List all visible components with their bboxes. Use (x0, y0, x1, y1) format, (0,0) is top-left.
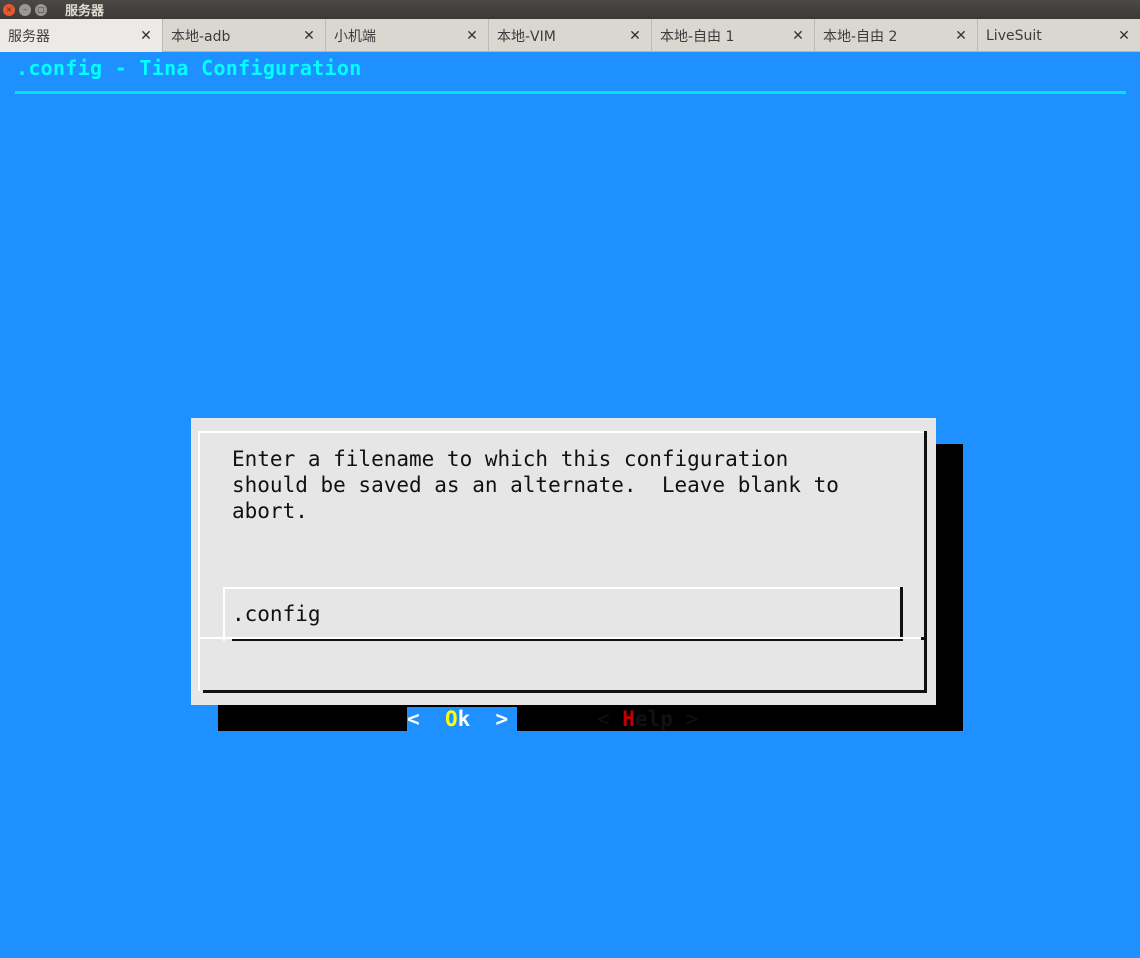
ok-hotkey: O (444, 707, 458, 731)
button-separator (200, 637, 924, 639)
tab-local-free-1[interactable]: 本地-自由 1 ✕ (651, 19, 814, 52)
help-hotkey: H (622, 707, 635, 731)
dialog-frame (203, 690, 927, 693)
tab-bar: 服务器 ✕ 本地-adb ✕ 小机端 ✕ 本地-VIM ✕ 本地-自由 1 ✕ … (0, 19, 1140, 52)
tab-label: 本地-VIM (497, 28, 556, 45)
tab-server[interactable]: 服务器 ✕ (0, 19, 162, 52)
menuconfig-header: .config - Tina Configuration (16, 56, 362, 80)
terminal-area[interactable]: .config - Tina Configuration Enter a fil… (0, 53, 1140, 958)
tab-local-vim[interactable]: 本地-VIM ✕ (488, 19, 651, 52)
tab-label: LiveSuit (986, 27, 1042, 44)
dialog-frame (198, 431, 926, 433)
window-title: 服务器 (65, 4, 105, 19)
dialog-prompt: Enter a filename to which this configura… (232, 447, 839, 523)
save-as-dialog: Enter a filename to which this configura… (191, 418, 936, 732)
window-titlebar: × – □ 服务器 (0, 0, 1140, 19)
filename-input[interactable]: .config (232, 600, 892, 628)
window-maximize-icon[interactable]: □ (35, 3, 47, 16)
tab-label: 本地-自由 2 (823, 28, 898, 45)
tab-close-icon[interactable]: ✕ (792, 28, 804, 44)
tab-close-icon[interactable]: ✕ (1118, 28, 1130, 44)
tab-label: 本地-adb (171, 28, 231, 45)
tab-close-icon[interactable]: ✕ (629, 28, 641, 44)
tab-local-adb[interactable]: 本地-adb ✕ (162, 19, 325, 52)
tab-livesuit[interactable]: LiveSuit ✕ (977, 19, 1140, 52)
help-button[interactable]: < Help > (597, 707, 698, 732)
tab-close-icon[interactable]: ✕ (303, 28, 315, 44)
tab-close-icon[interactable]: ✕ (955, 28, 967, 44)
filename-input-box: .config (223, 587, 904, 641)
window-close-icon[interactable]: × (3, 3, 15, 16)
tab-close-icon[interactable]: ✕ (140, 28, 152, 44)
ok-button[interactable]: < Ok > (407, 707, 517, 732)
tab-close-icon[interactable]: ✕ (466, 28, 478, 44)
tab-label: 本地-自由 1 (660, 28, 735, 45)
dialog-frame (198, 431, 200, 691)
tab-label: 小机端 (334, 28, 376, 45)
tab-local-free-2[interactable]: 本地-自由 2 ✕ (814, 19, 977, 52)
tab-label: 服务器 (8, 28, 50, 45)
dialog-frame (924, 431, 927, 693)
header-divider (15, 91, 1126, 94)
window-minimize-icon[interactable]: – (19, 3, 31, 16)
tab-device[interactable]: 小机端 ✕ (325, 19, 488, 52)
